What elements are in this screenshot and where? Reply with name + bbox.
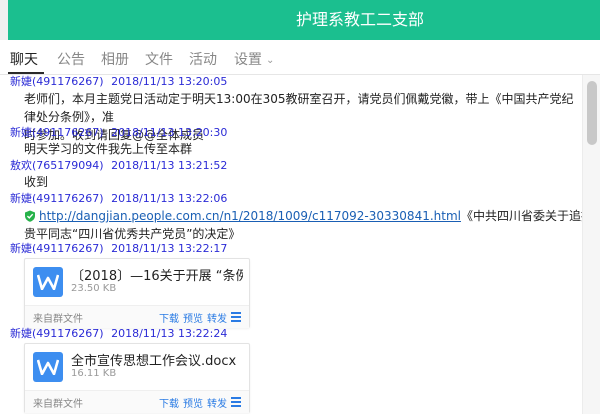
sender-qq[interactable]: (765179094) — [32, 159, 104, 172]
word-doc-icon — [33, 352, 63, 382]
message-link[interactable]: http://dangjian.people.com.cn/n1/2018/10… — [39, 209, 461, 223]
file-size: 23.50 KB — [71, 283, 117, 294]
title-bar: 护理系教工二支部 — [0, 0, 600, 40]
active-tab-indicator — [8, 72, 44, 74]
chat-scrollbar[interactable] — [582, 75, 600, 414]
message-time: 2018/11/13 13:20:05 — [111, 75, 228, 88]
file-info[interactable]: 〔2018〕—16关于开展 “条例... 23.50 KB — [25, 259, 249, 305]
message-header: 新婕(491176267) 2018/11/13 13:22:06 — [10, 192, 227, 206]
sender-name[interactable]: 新婕 — [10, 126, 32, 139]
message-text: 收到 — [24, 175, 49, 189]
sender-qq[interactable]: (491176267) — [32, 126, 104, 139]
message-time: 2018/11/13 13:22:24 — [111, 327, 228, 340]
link-suffix: 《中共四川省委关于追授王涛、廖弦、张 — [461, 209, 582, 223]
sender-name[interactable]: 敖欢 — [10, 159, 32, 172]
chevron-down-icon: ⌄ — [266, 55, 275, 66]
download-button[interactable]: 下载 — [159, 310, 179, 325]
file-card[interactable]: 全市宣传思想工作会议.docx 16.11 KB 来自群文件 下载 预览 转发 — [24, 343, 250, 413]
tab-activity[interactable]: 活动 — [189, 49, 217, 69]
menu-icon[interactable] — [231, 312, 241, 324]
message-time: 2018/11/13 13:20:30 — [111, 126, 228, 139]
sender-name[interactable]: 新婕 — [10, 192, 32, 205]
preview-button[interactable]: 预览 — [183, 395, 203, 410]
message-time: 2018/11/13 13:21:52 — [111, 159, 228, 172]
file-name[interactable]: 全市宣传思想工作会议.docx — [71, 350, 243, 369]
message-header: 敖欢(765179094) 2018/11/13 13:21:52 — [10, 159, 227, 173]
shield-check-icon — [25, 210, 35, 222]
word-doc-icon — [33, 267, 63, 297]
message-line: 老师们，本月主题党日活动定于明天13:00在305教研室召开，请党员们佩戴党徽，… — [24, 92, 574, 124]
sender-qq[interactable]: (491176267) — [32, 327, 104, 340]
file-source: 来自群文件 — [33, 399, 83, 410]
file-footer: 来自群文件 下载 预览 转发 — [25, 305, 249, 328]
preview-button[interactable]: 预览 — [183, 310, 203, 325]
message-header: 新婕(491176267) 2018/11/13 13:22:24 — [10, 327, 227, 341]
file-card[interactable]: 〔2018〕—16关于开展 “条例... 23.50 KB 来自群文件 下载 预… — [24, 258, 250, 328]
download-button[interactable]: 下载 — [159, 395, 179, 410]
scrollbar-thumb[interactable] — [587, 81, 597, 145]
message-line: 贵平同志“四川省优秀共产党员”的决定》 — [24, 227, 241, 241]
tab-settings[interactable]: 设置 ⌄ — [234, 49, 274, 69]
menu-icon[interactable] — [231, 397, 241, 409]
file-name[interactable]: 〔2018〕—16关于开展 “条例... — [71, 265, 243, 284]
tab-album[interactable]: 相册 — [101, 49, 129, 69]
sender-qq[interactable]: (491176267) — [32, 75, 104, 88]
sender-name[interactable]: 新婕 — [10, 75, 32, 88]
file-size: 16.11 KB — [71, 368, 117, 379]
sender-qq[interactable]: (491176267) — [32, 242, 104, 255]
forward-button[interactable]: 转发 — [207, 395, 227, 410]
tab-announcement[interactable]: 公告 — [57, 49, 85, 69]
file-source: 来自群文件 — [33, 314, 83, 325]
message-header: 新婕(491176267) 2018/11/13 13:20:30 — [10, 126, 227, 140]
tab-settings-label: 设置 — [234, 52, 262, 68]
sender-name[interactable]: 新婕 — [10, 327, 32, 340]
message-line: http://dangjian.people.com.cn/n1/2018/10… — [24, 207, 582, 225]
message-header: 新婕(491176267) 2018/11/13 13:22:17 — [10, 242, 227, 256]
sender-qq[interactable]: (491176267) — [32, 192, 104, 205]
tab-bar: 聊天 公告 相册 文件 活动 设置 ⌄ — [0, 40, 600, 75]
message-header: 新婕(491176267) 2018/11/13 13:20:05 — [10, 75, 227, 89]
file-footer: 来自群文件 下载 预览 转发 — [25, 390, 249, 413]
tab-files[interactable]: 文件 — [145, 49, 173, 69]
window-title: 护理系教工二支部 — [295, 10, 424, 29]
chat-history[interactable]: 新婕(491176267) 2018/11/13 13:20:05 老师们，本月… — [0, 75, 582, 414]
message-time: 2018/11/13 13:22:17 — [111, 242, 228, 255]
forward-button[interactable]: 转发 — [207, 310, 227, 325]
sender-name[interactable]: 新婕 — [10, 242, 32, 255]
file-info[interactable]: 全市宣传思想工作会议.docx 16.11 KB — [25, 344, 249, 390]
message-text: http://dangjian.people.com.cn/n1/2018/10… — [24, 207, 582, 243]
tab-chat[interactable]: 聊天 — [10, 49, 38, 69]
message-text: 明天学习的文件我先上传至本群 — [24, 142, 193, 156]
message-time: 2018/11/13 13:22:06 — [111, 192, 228, 205]
